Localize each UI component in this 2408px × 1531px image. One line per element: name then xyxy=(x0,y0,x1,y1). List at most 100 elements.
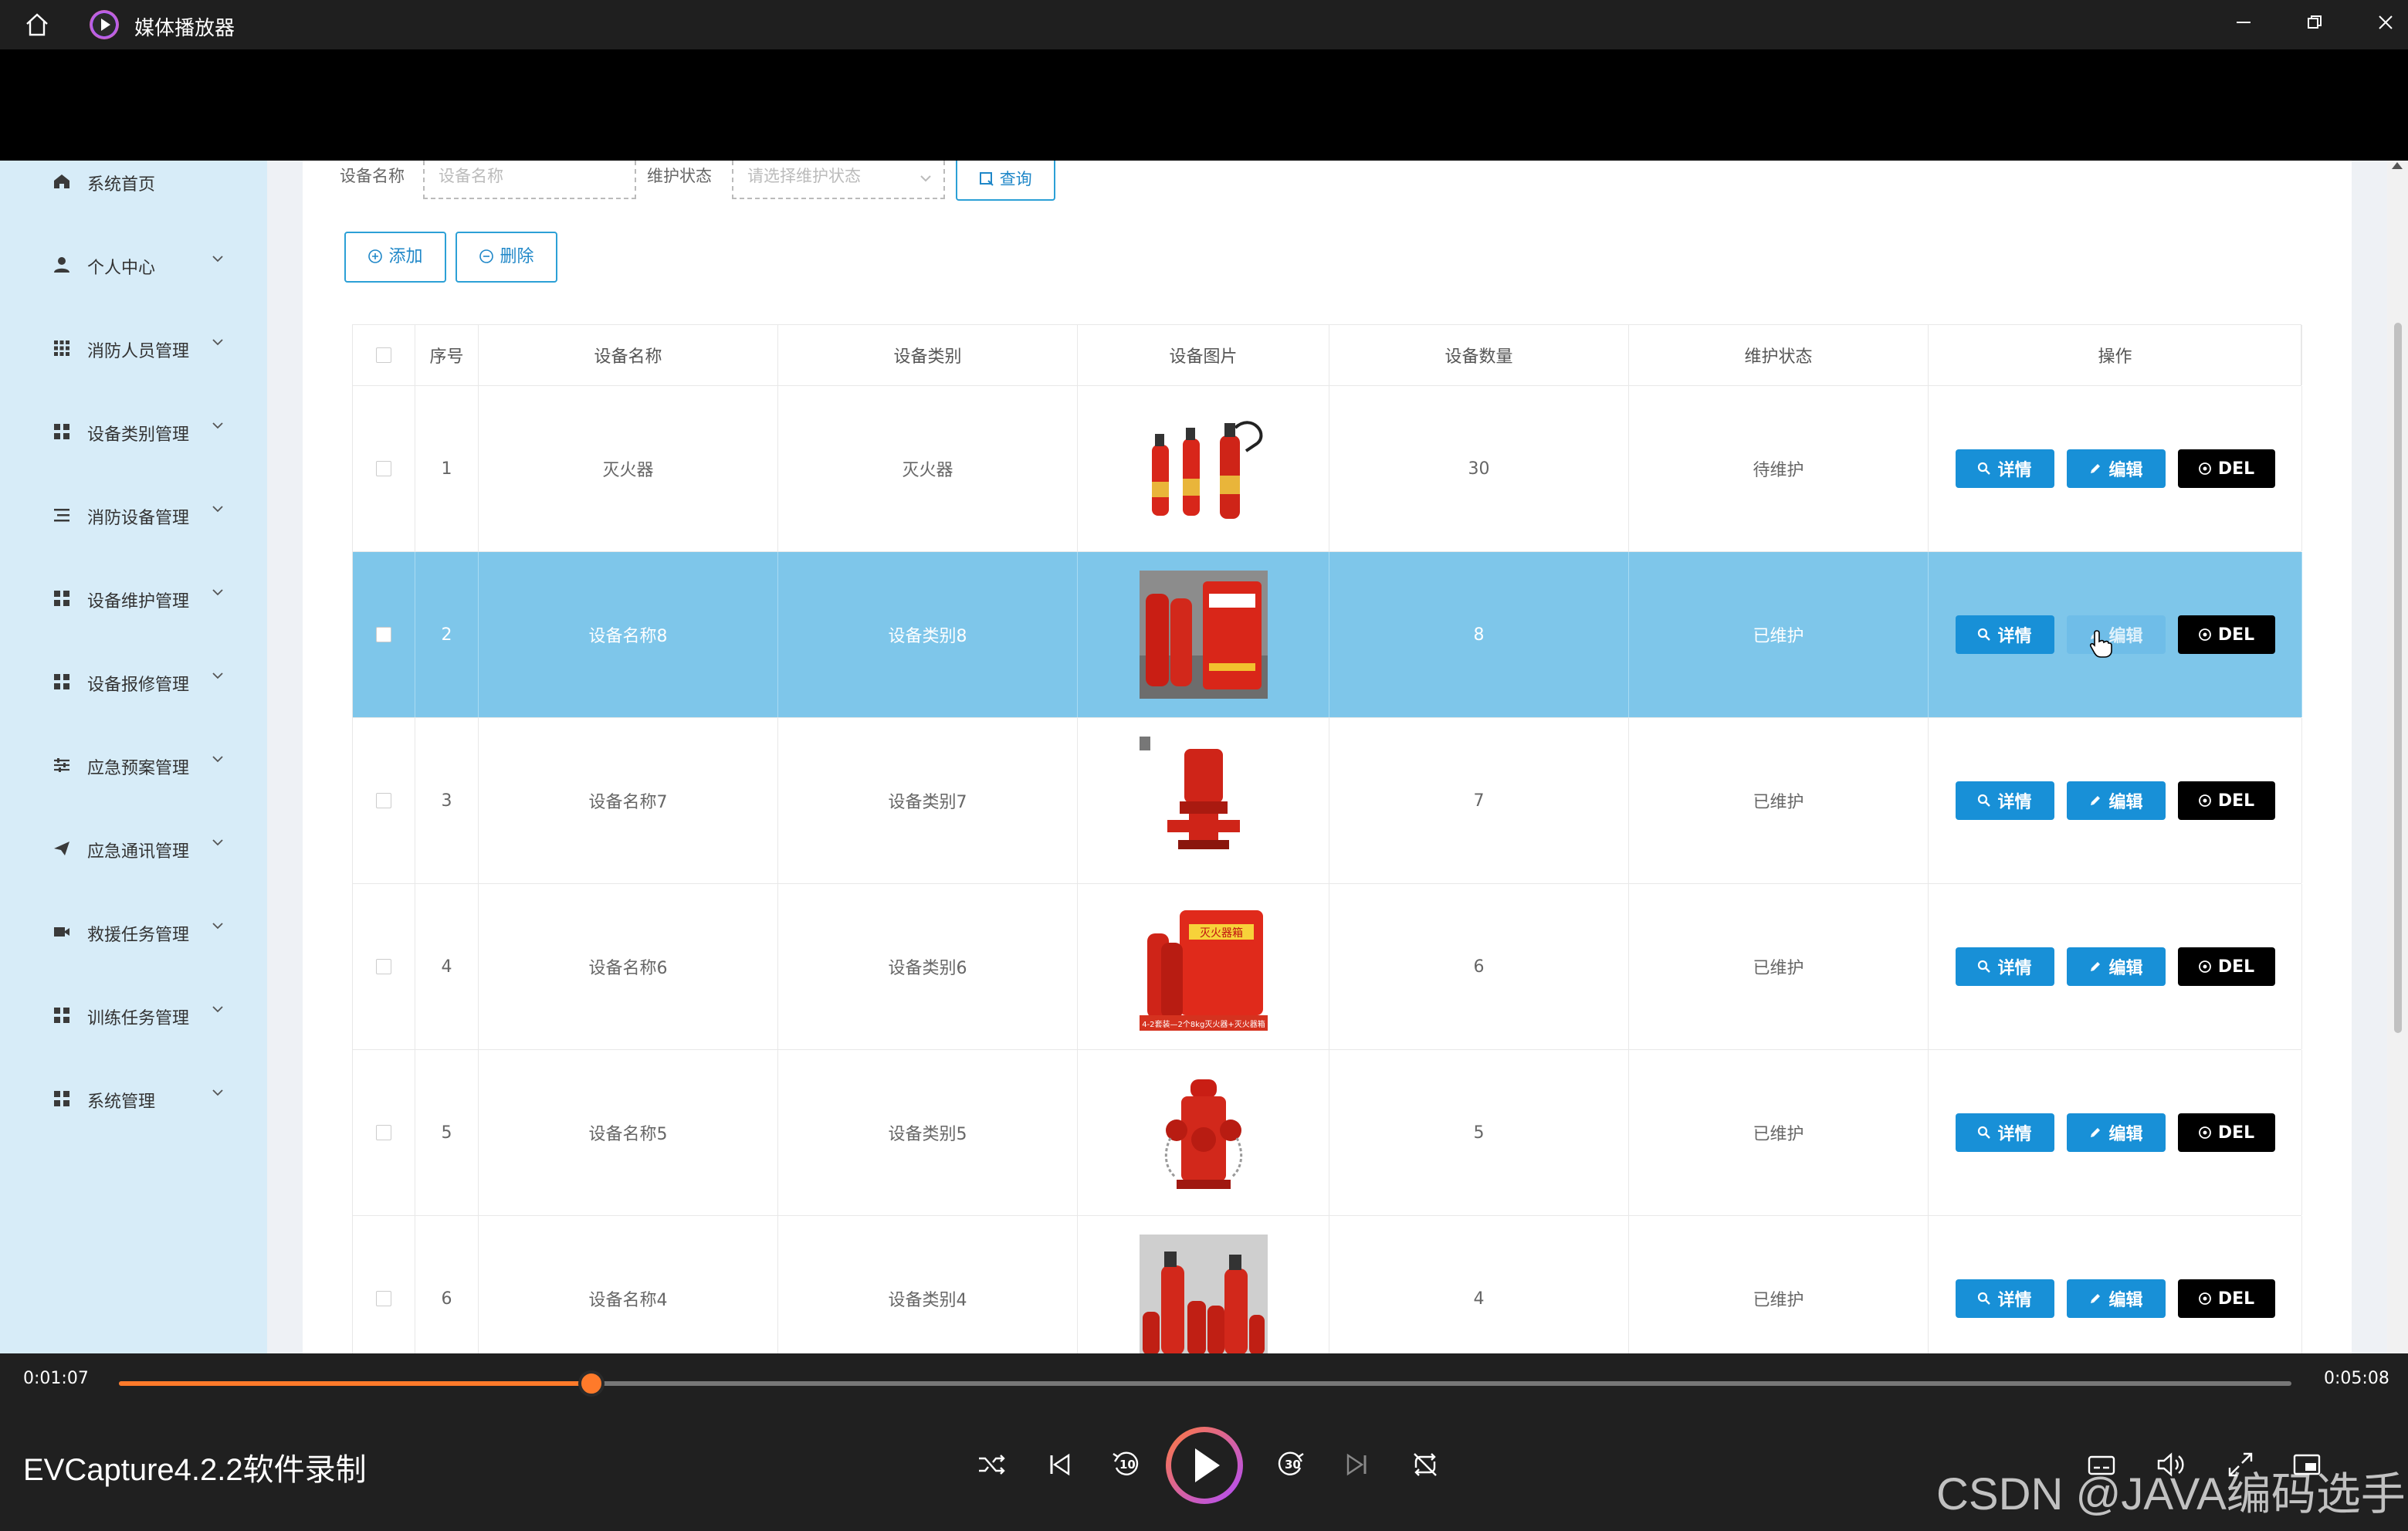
row-name: 设备名称5 xyxy=(479,1050,778,1215)
detail-button[interactable]: 详情 xyxy=(1955,1279,2054,1318)
skip-forward-button[interactable]: 30 xyxy=(1274,1448,1308,1482)
edit-button[interactable]: 编辑 xyxy=(2066,1279,2166,1318)
search-icon xyxy=(1978,628,1991,641)
total-time: 0:05:08 xyxy=(2324,1369,2389,1388)
status-select[interactable]: 请选择维护状态 xyxy=(732,161,945,199)
previous-icon[interactable] xyxy=(1042,1448,1076,1482)
home-icon[interactable] xyxy=(23,11,51,39)
del-button[interactable]: DEL xyxy=(2177,449,2275,488)
row-checkbox[interactable] xyxy=(376,1125,391,1140)
row-status: 已维护 xyxy=(1629,718,1929,883)
table-row[interactable]: 6 设备名称4 设备类别4 4 已维护 详情 编辑 DEL xyxy=(352,1216,2302,1353)
send-icon xyxy=(54,842,69,855)
row-select-cell xyxy=(353,552,415,717)
row-qty: 7 xyxy=(1329,718,1629,883)
detail-button[interactable]: 详情 xyxy=(1955,1113,2054,1152)
del-button[interactable]: DEL xyxy=(2177,615,2275,654)
name-search-input[interactable]: 设备名称 xyxy=(423,161,636,199)
sidebar-item-4[interactable]: 消防设备管理 xyxy=(0,492,267,538)
recording-caption: EVCapture4.2.2软件录制 xyxy=(23,1453,367,1487)
del-button[interactable]: DEL xyxy=(2177,781,2275,820)
edit-button-label: 编辑 xyxy=(2108,1125,2143,1144)
play-button[interactable] xyxy=(1166,1427,1243,1504)
scrollbar-thumb[interactable] xyxy=(2394,323,2402,1033)
sidebar-item-8[interactable]: 应急通讯管理 xyxy=(0,825,267,872)
equipment-image[interactable] xyxy=(1139,1235,1268,1353)
header-status: 维护状态 xyxy=(1629,325,1929,385)
minimize-button[interactable] xyxy=(2228,9,2259,40)
seek-handle[interactable] xyxy=(578,1370,605,1397)
row-checkbox[interactable] xyxy=(376,461,391,476)
equipment-image[interactable] xyxy=(1139,405,1268,533)
chevron-down-icon xyxy=(920,175,931,182)
detail-button-label: 详情 xyxy=(1997,461,2032,480)
table-row[interactable]: 5 设备名称5 设备类别5 5 已维护 详情 编辑 DEL xyxy=(352,1050,2302,1216)
table-row[interactable]: 2 设备名称8 设备类别8 8 已维护 详情 编辑 DEL xyxy=(352,552,2302,718)
edit-button[interactable]: 编辑 xyxy=(2066,781,2166,820)
row-checkbox[interactable] xyxy=(376,1291,391,1306)
query-button[interactable]: 查询 xyxy=(956,161,1055,201)
status-select-placeholder: 请选择维护状态 xyxy=(747,167,861,185)
sidebar-item-10[interactable]: 训练任务管理 xyxy=(0,992,267,1038)
add-button[interactable]: 添加 xyxy=(344,232,446,283)
equipment-image[interactable] xyxy=(1139,571,1268,699)
search-icon xyxy=(1978,1292,1991,1305)
edit-button[interactable]: 编辑 xyxy=(2066,615,2166,654)
table-row[interactable]: 1 灭火器 灭火器 30 待维护 详情 编辑 DEL xyxy=(352,386,2302,552)
equipment-image[interactable]: 灭火器箱 4-2套装—2个8kg灭火器+灭火器箱 xyxy=(1139,903,1268,1031)
status-filter-label: 维护状态 xyxy=(647,167,712,185)
skip-back-button[interactable]: 10 xyxy=(1109,1448,1143,1482)
next-icon[interactable] xyxy=(1340,1448,1374,1482)
sliders-icon xyxy=(54,758,69,772)
equipment-image[interactable] xyxy=(1139,1069,1268,1197)
delete-button[interactable]: 删除 xyxy=(456,232,557,283)
scroll-up-arrow-icon[interactable] xyxy=(2392,162,2403,169)
sidebar-item-0[interactable]: 系统首页 xyxy=(0,161,267,205)
detail-button[interactable]: 详情 xyxy=(1955,781,2054,820)
row-select-cell xyxy=(353,718,415,883)
shuffle-icon[interactable] xyxy=(974,1448,1008,1482)
grid4-icon xyxy=(54,674,69,689)
pencil-icon xyxy=(2091,1128,2101,1137)
row-checkbox[interactable] xyxy=(376,959,391,974)
select-all-checkbox[interactable] xyxy=(376,347,391,363)
sidebar-item-label: 系统首页 xyxy=(87,175,156,195)
chevron-down-icon xyxy=(212,1089,223,1096)
image-box-text: 灭火器箱 xyxy=(1200,927,1243,940)
detail-button[interactable]: 详情 xyxy=(1955,947,2054,986)
row-index: 3 xyxy=(415,718,479,883)
seek-bar[interactable] xyxy=(119,1370,2291,1397)
query-button-label: 查询 xyxy=(999,170,1032,188)
del-button[interactable]: DEL xyxy=(2177,1113,2275,1152)
edit-button[interactable]: 编辑 xyxy=(2066,449,2166,488)
sidebar-item-3[interactable]: 设备类别管理 xyxy=(0,408,267,455)
repeat-icon[interactable] xyxy=(1408,1448,1442,1482)
detail-button[interactable]: 详情 xyxy=(1955,615,2054,654)
sidebar-item-9[interactable]: 救援任务管理 xyxy=(0,909,267,955)
detail-button[interactable]: 详情 xyxy=(1955,449,2054,488)
equipment-image[interactable] xyxy=(1139,737,1268,865)
page-scrollbar[interactable] xyxy=(2387,161,2408,1353)
restore-button[interactable] xyxy=(2299,9,2330,40)
sidebar-item-2[interactable]: 消防人员管理 xyxy=(0,325,267,371)
sidebar-item-1[interactable]: 个人中心 xyxy=(0,242,267,288)
edit-button[interactable]: 编辑 xyxy=(2066,1113,2166,1152)
sidebar-item-6[interactable]: 设备报修管理 xyxy=(0,659,267,705)
search-icon xyxy=(1978,462,1991,475)
sidebar-item-5[interactable]: 设备维护管理 xyxy=(0,575,267,622)
table-row[interactable]: 4 设备名称6 设备类别6 灭火器箱 4-2套装—2个8kg灭火器+灭火器箱 6 已维护 详情… xyxy=(352,884,2302,1050)
row-ops: 详情 编辑 DEL xyxy=(1929,386,2302,551)
row-checkbox[interactable] xyxy=(376,627,391,642)
row-name: 设备名称6 xyxy=(479,884,778,1049)
row-checkbox[interactable] xyxy=(376,793,391,808)
seek-progress xyxy=(119,1381,592,1386)
sidebar-item-11[interactable]: 系统管理 xyxy=(0,1075,267,1122)
sidebar-item-7[interactable]: 应急预案管理 xyxy=(0,742,267,788)
del-button[interactable]: DEL xyxy=(2177,1279,2275,1318)
chevron-down-icon xyxy=(212,756,223,763)
close-button[interactable] xyxy=(2370,9,2401,40)
table-row[interactable]: 3 设备名称7 设备类别7 7 已维护 详情 编辑 DEL xyxy=(352,718,2302,884)
del-button[interactable]: DEL xyxy=(2177,947,2275,986)
edit-button[interactable]: 编辑 xyxy=(2066,947,2166,986)
row-qty: 8 xyxy=(1329,552,1629,717)
